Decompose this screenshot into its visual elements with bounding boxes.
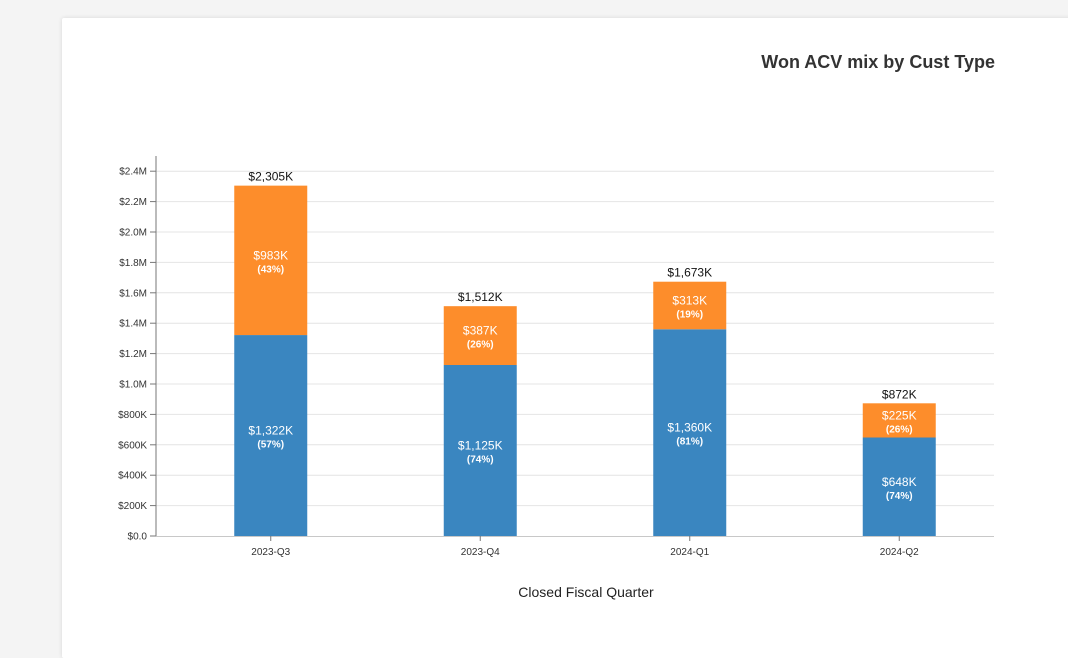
total-value-label: $1,673K (667, 266, 712, 280)
y-tick-label: $1.0M (119, 380, 147, 391)
x-axis: 2023-Q3 2023-Q4 2024-Q1 2024-Q2 (156, 536, 994, 558)
y-tick-label: $1.8M (119, 258, 147, 269)
y-tick-label: $2.4M (119, 167, 147, 178)
segment-percent-label: (19%) (676, 309, 703, 320)
y-tick-label: $1.2M (119, 349, 147, 360)
x-tick-label: 2023-Q4 (461, 547, 500, 558)
y-tick-label: $200K (118, 501, 147, 512)
x-tick-label: 2024-Q1 (670, 547, 709, 558)
segment-value-label: $983K (253, 248, 288, 262)
segment-value-label: $1,125K (458, 439, 503, 453)
y-tick-label: $400K (118, 471, 147, 482)
x-axis-title: Closed Fiscal Quarter (518, 584, 654, 600)
total-value-label: $2,305K (248, 170, 293, 184)
y-tick-label: $0.0 (128, 532, 148, 543)
y-axis: $0.0 $200K $400K $600K $800K $1.0M $1.2M $1.4M $… (118, 156, 157, 543)
x-tick-label: 2023-Q3 (251, 547, 290, 558)
bars (234, 185, 936, 536)
segment-percent-label: (26%) (467, 340, 494, 351)
segment-percent-label: (26%) (886, 424, 913, 435)
stacked-bar-chart: $0.0 $200K $400K $600K $800K $1.0M $1.2M $1.4M $… (118, 156, 994, 600)
x-tick-label: 2024-Q2 (880, 547, 919, 558)
data-labels: $1,322K (57%) $983K (43%) $2,305K $1,125K (74%… (248, 170, 916, 502)
segment-percent-label: (81%) (676, 437, 703, 448)
segment-value-label: $1,360K (667, 421, 712, 435)
y-tick-label: $800K (118, 410, 147, 421)
segment-percent-label: (74%) (467, 455, 494, 466)
segment-percent-label: (74%) (886, 491, 913, 502)
y-tick-label: $600K (118, 440, 147, 451)
total-value-label: $1,512K (458, 290, 503, 304)
y-tick-label: $2.0M (119, 228, 147, 239)
y-tick-label: $1.4M (119, 319, 147, 330)
segment-value-label: $387K (463, 324, 498, 338)
y-tick-label: $2.2M (119, 197, 147, 208)
segment-percent-label: (57%) (257, 440, 284, 451)
segment-value-label: $313K (672, 293, 707, 307)
segment-value-label: $225K (882, 408, 917, 422)
segment-percent-label: (43%) (257, 264, 284, 275)
y-tick-label: $1.6M (119, 288, 147, 299)
segment-value-label: $648K (882, 475, 917, 489)
total-value-label: $872K (882, 387, 917, 401)
segment-value-label: $1,322K (248, 424, 293, 438)
